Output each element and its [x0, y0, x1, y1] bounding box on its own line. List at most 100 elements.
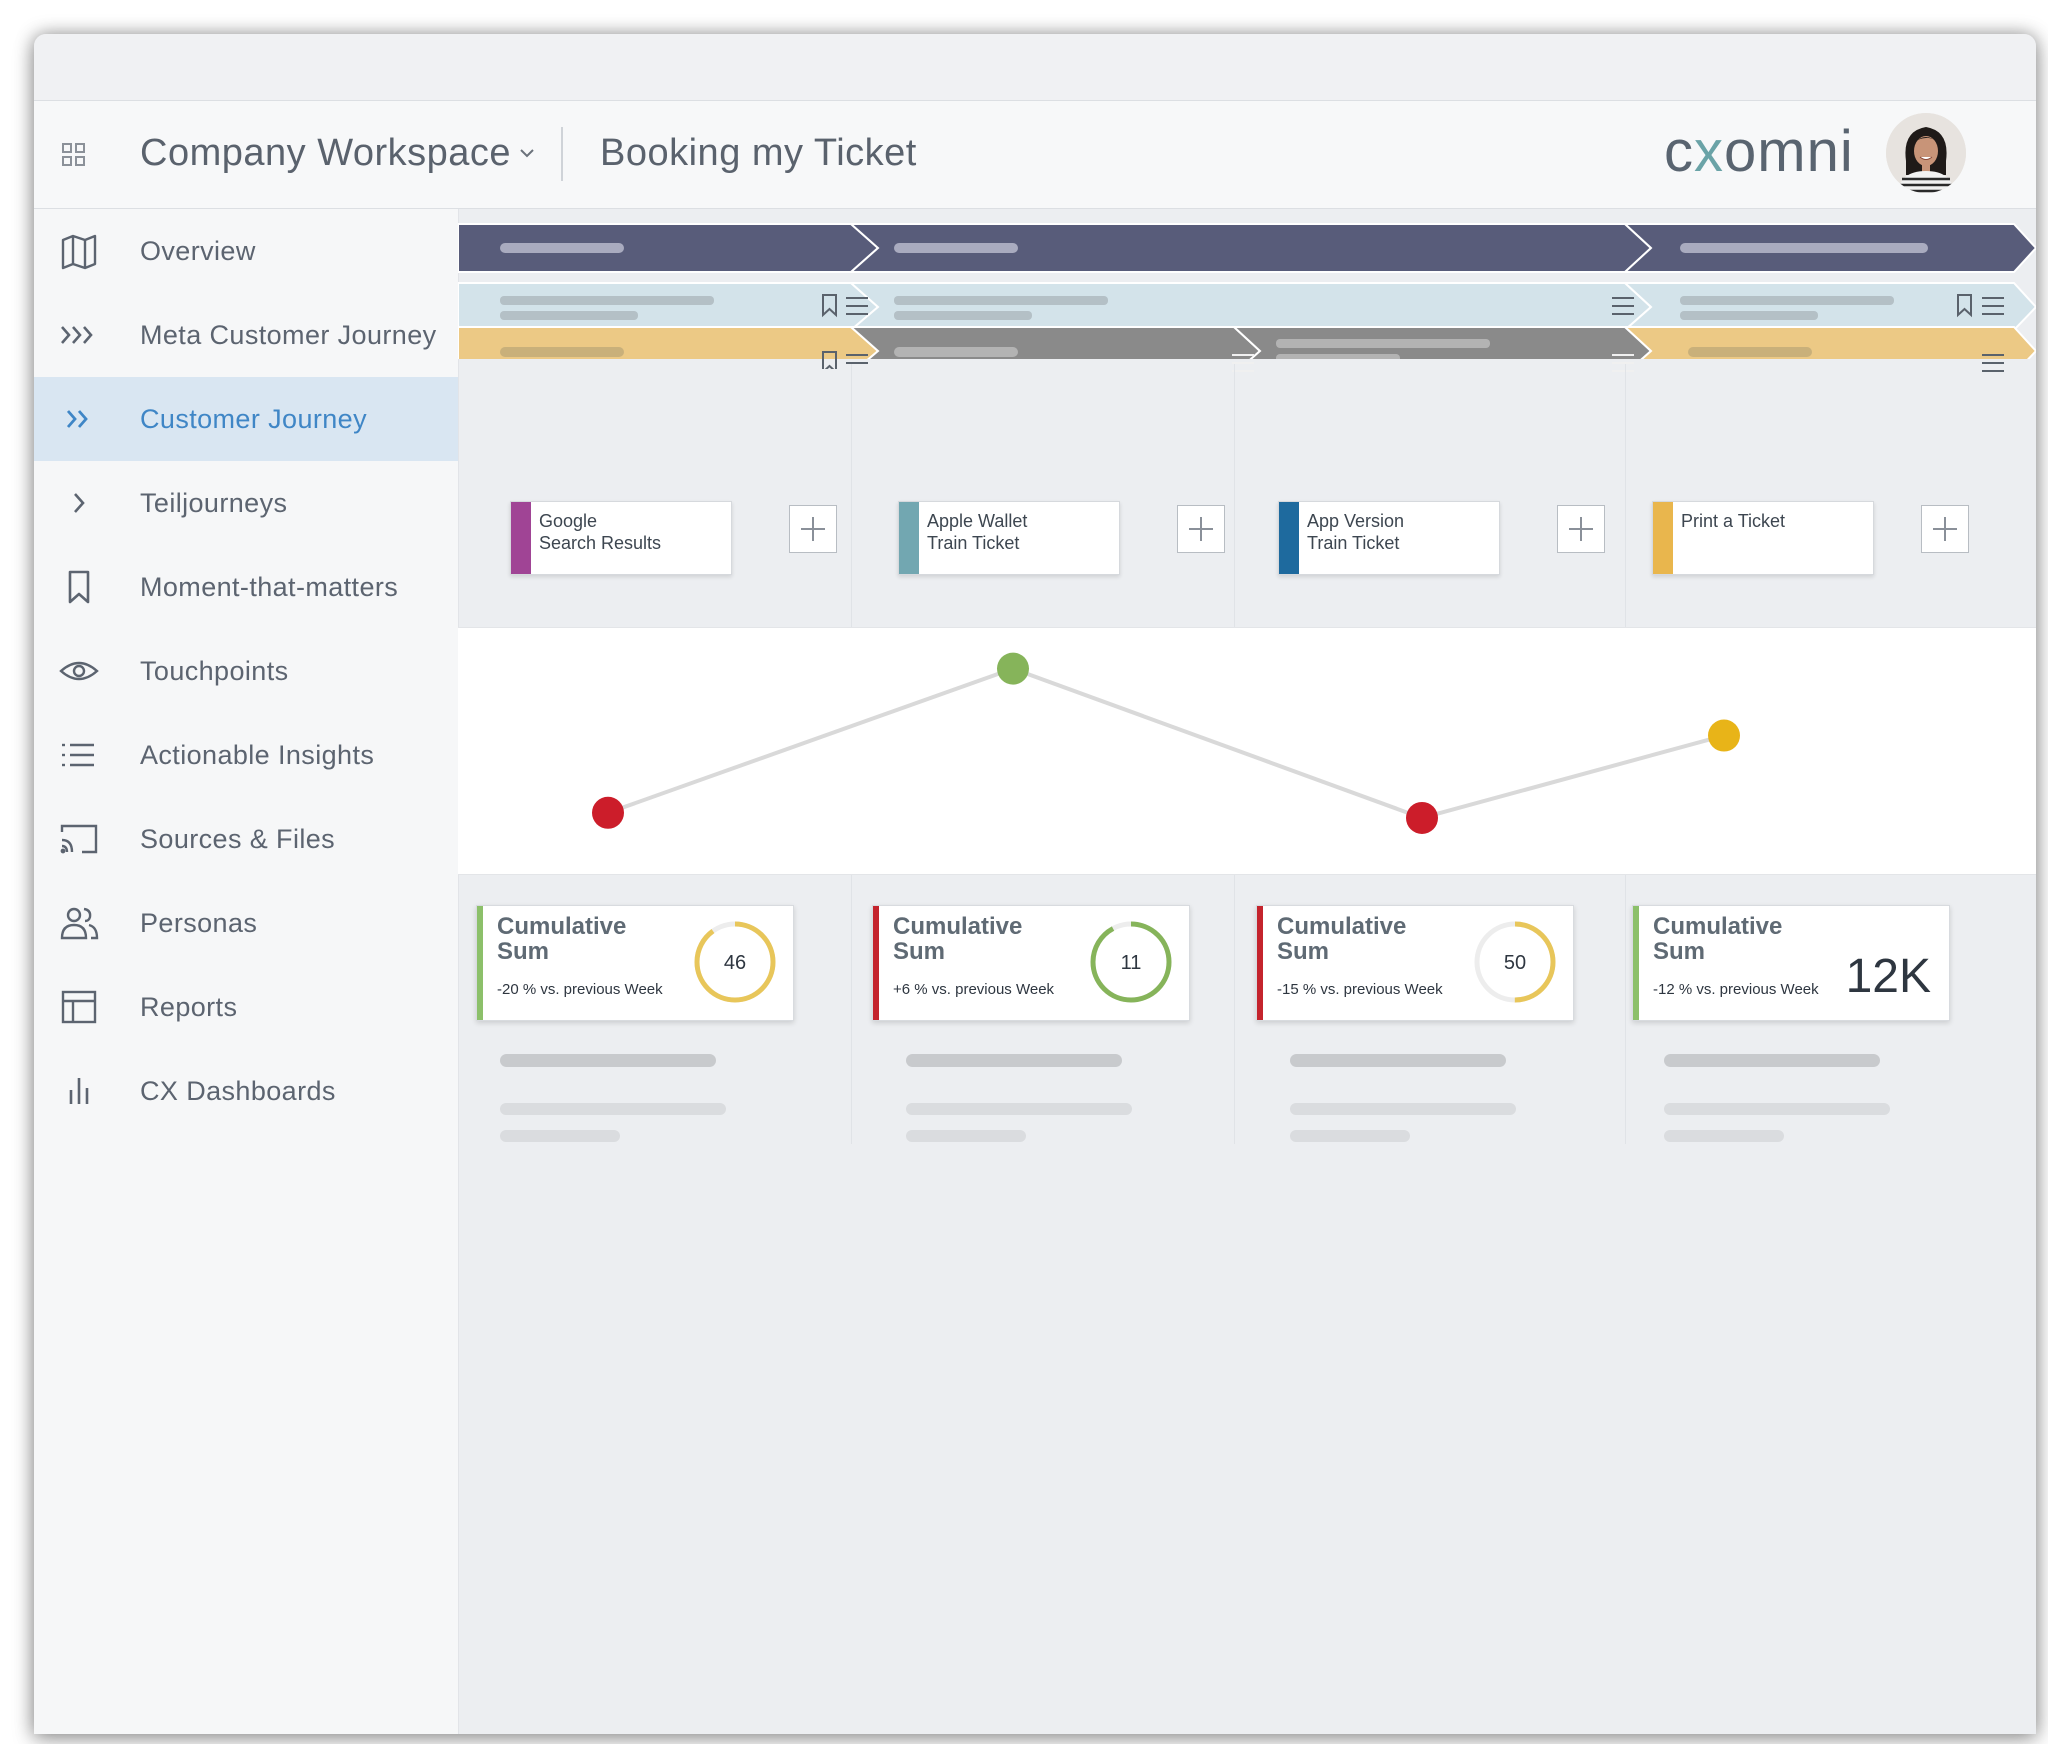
apps-grid-icon[interactable]	[61, 142, 87, 168]
kpi-delta: -20 % vs. previous Week	[497, 981, 663, 998]
sidebar-item-moment-that-matters[interactable]: Moment-that-matters	[34, 545, 458, 629]
placeholder-line	[906, 1054, 1122, 1067]
sidebar-item-label: Moment-that-matters	[140, 572, 399, 602]
sidebar-item-overview[interactable]: Overview	[34, 209, 458, 293]
sidebar-item-label: Reports	[140, 992, 238, 1022]
sidebar-item-label: Meta Customer Journey	[140, 320, 437, 350]
sidebar-item-label: Customer Journey	[140, 404, 367, 434]
sidebar-item-label: Actionable Insights	[140, 740, 375, 770]
double-chevron-icon	[58, 398, 100, 440]
add-touchpoint-button[interactable]	[789, 505, 837, 553]
placeholder-line	[500, 1130, 620, 1142]
kpi-card[interactable]: Cumulative Sum +6 % vs. previous Week 11	[872, 905, 1190, 1021]
cast-icon	[58, 818, 100, 860]
kpi-delta: -15 % vs. previous Week	[1277, 981, 1443, 998]
sidebar-item-touchpoints[interactable]: Touchpoints	[34, 629, 458, 713]
touchpoint-card[interactable]: App Version Train Ticket	[1278, 501, 1500, 575]
cxomni-logo: cxomni	[1664, 119, 1854, 184]
kpi-title: Cumulative Sum	[893, 913, 1023, 965]
window-titlebar	[34, 34, 2036, 101]
users-icon	[58, 902, 100, 944]
touchpoint-label: App Version Train Ticket	[1307, 511, 1405, 553]
emotion-curve	[592, 652, 1740, 834]
triple-chevron-icon	[58, 314, 100, 356]
gauge-value: 46	[724, 952, 746, 974]
sidebar-item-reports[interactable]: Reports	[34, 965, 458, 1049]
list-icon	[58, 734, 100, 776]
app-header: Company Workspace Booking my Ticket cxom…	[34, 101, 2036, 209]
sidebar: Overview Meta Customer Journey Customer …	[34, 209, 459, 1734]
chevron-right-icon	[58, 482, 100, 524]
map-icon	[58, 230, 100, 272]
curve-point[interactable]	[1406, 801, 1438, 834]
touchpoint-card[interactable]: Print a Ticket	[1652, 501, 1874, 575]
sidebar-item-label: Sources & Files	[140, 824, 336, 854]
bar-chart-icon	[58, 1070, 100, 1112]
sidebar-item-cx-dashboards[interactable]: CX Dashboards	[34, 1049, 458, 1133]
sidebar-item-personas[interactable]: Personas	[34, 881, 458, 965]
sidebar-item-label: CX Dashboards	[140, 1076, 336, 1106]
kpi-value: 12K	[1845, 950, 1931, 1003]
kpi-title: Cumulative Sum	[497, 913, 627, 965]
kpi-card[interactable]: Cumulative Sum -15 % vs. previous Week 5…	[1256, 905, 1574, 1021]
kpi-gauge: 50	[1474, 921, 1556, 1003]
menu-icon[interactable]	[1232, 354, 1254, 372]
emotion-curve-chart	[458, 627, 2036, 875]
touchpoint-label: Apple Wallet Train Ticket	[927, 511, 1028, 553]
touchpoint-card[interactable]: Google Search Results	[510, 501, 732, 575]
add-touchpoint-button[interactable]	[1921, 505, 1969, 553]
placeholder-line	[500, 1103, 726, 1115]
menu-icon[interactable]	[1982, 354, 2004, 372]
eye-icon	[58, 650, 100, 692]
sidebar-item-meta-customer-journey[interactable]: Meta Customer Journey	[34, 293, 458, 377]
sub-phase-icons	[822, 351, 868, 369]
placeholder-line	[1664, 1103, 1890, 1115]
sidebar-item-label: Touchpoints	[140, 656, 289, 686]
placeholder-line	[1664, 1130, 1784, 1142]
touchpoint-card[interactable]: Apple Wallet Train Ticket	[898, 501, 1120, 575]
placeholder-line	[1290, 1103, 1516, 1115]
kpi-gauge: 11	[1090, 921, 1172, 1003]
touchpoint-color-bar	[1653, 502, 1673, 574]
kpi-card[interactable]: Cumulative Sum -20 % vs. previous Week 4…	[476, 905, 794, 1021]
sidebar-item-sources-files[interactable]: Sources & Files	[34, 797, 458, 881]
touchpoint-label: Print a Ticket	[1681, 511, 1786, 531]
placeholder-line	[500, 1054, 716, 1067]
sidebar-item-customer-journey[interactable]: Customer Journey	[34, 377, 458, 461]
kpi-gauge: 46	[694, 921, 776, 1003]
journey-canvas: Google Search Results Apple Wallet Train T…	[458, 209, 2036, 1734]
curve-point[interactable]	[997, 652, 1029, 685]
sub-phase-menus	[458, 349, 2036, 379]
placeholder-line	[1290, 1130, 1410, 1142]
add-touchpoint-button[interactable]	[1557, 505, 1605, 553]
sidebar-item-label: Teiljourneys	[140, 488, 288, 518]
kpi-delta: +6 % vs. previous Week	[893, 981, 1055, 998]
kpi-accent-bar	[873, 906, 879, 1020]
touchpoint-color-bar	[511, 502, 531, 574]
curve-point[interactable]	[592, 796, 624, 829]
kpi-card[interactable]: Cumulative Sum -12 % vs. previous Week 1…	[1632, 905, 1950, 1021]
table-icon	[58, 986, 100, 1028]
bookmark-icon	[58, 566, 100, 608]
menu-icon[interactable]	[1612, 354, 1634, 372]
chevron-down-icon[interactable]	[516, 145, 538, 161]
kpi-delta: -12 % vs. previous Week	[1653, 981, 1819, 998]
page-title: Booking my Ticket	[600, 132, 917, 174]
kpi-title: Cumulative Sum	[1277, 913, 1407, 965]
sidebar-item-actionable-insights[interactable]: Actionable Insights	[34, 713, 458, 797]
avatar[interactable]	[1886, 113, 1966, 193]
sidebar-item-teiljourneys[interactable]: Teiljourneys	[34, 461, 458, 545]
kpi-accent-bar	[1633, 906, 1639, 1020]
kpi-accent-bar	[1257, 906, 1263, 1020]
placeholder-line	[906, 1103, 1132, 1115]
touchpoint-color-bar	[1279, 502, 1299, 574]
sidebar-item-label: Overview	[140, 236, 256, 266]
curve-point[interactable]	[1708, 719, 1740, 752]
add-touchpoint-button[interactable]	[1177, 505, 1225, 553]
touchpoint-label: Google Search Results	[539, 511, 662, 553]
curve-line	[607, 666, 1725, 821]
touchpoint-color-bar	[899, 502, 919, 574]
placeholder-line	[1664, 1054, 1880, 1067]
kpi-accent-bar	[477, 906, 483, 1020]
workspace-title[interactable]: Company Workspace	[140, 131, 511, 175]
